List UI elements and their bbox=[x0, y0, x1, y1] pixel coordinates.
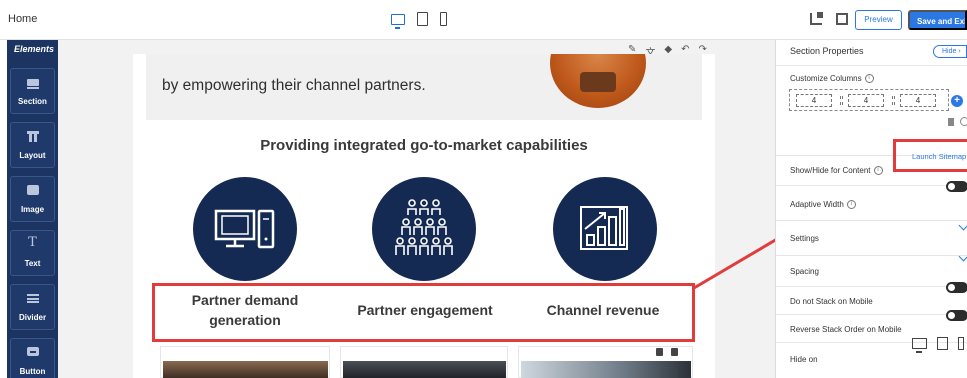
settings-row[interactable]: Settings bbox=[776, 221, 967, 256]
people-group-icon bbox=[372, 177, 476, 281]
column-width-input[interactable]: 4 bbox=[848, 94, 884, 107]
adaptive-width-row: Adaptive Width i bbox=[776, 186, 967, 221]
top-bar: Home Preview Save and Exit bbox=[0, 0, 967, 40]
spacing-label: Spacing bbox=[790, 267, 819, 276]
column-width-input[interactable]: 4 bbox=[796, 94, 832, 107]
no-stack-row: Do not Stack on Mobile bbox=[776, 287, 967, 315]
sidebar-title: Elements bbox=[14, 44, 55, 54]
sidebar-item-section[interactable]: Section bbox=[10, 68, 55, 114]
customize-columns-text: Customize Columns bbox=[790, 74, 862, 83]
adaptive-width-toggle[interactable] bbox=[946, 181, 967, 192]
column-resize-handle[interactable] bbox=[892, 96, 895, 105]
trash-icon[interactable] bbox=[671, 348, 678, 356]
columns-editor: 4 4 4 bbox=[789, 89, 949, 111]
device-switcher bbox=[391, 12, 447, 29]
sidebar-item-label: Image bbox=[20, 205, 45, 214]
sidebar-item-label: Divider bbox=[18, 313, 47, 322]
sidebar-item-image[interactable]: Image bbox=[10, 176, 55, 222]
hide-panel-label: Hide bbox=[942, 48, 957, 55]
info-icon[interactable]: i bbox=[873, 166, 883, 176]
hide-on-devices bbox=[912, 337, 964, 353]
growth-chart-icon bbox=[553, 177, 657, 281]
hide-on-label: Hide on bbox=[790, 355, 818, 364]
settings-label: Settings bbox=[790, 234, 819, 243]
tablet-icon[interactable] bbox=[937, 337, 948, 350]
sidebar-item-text[interactable]: T Text bbox=[10, 230, 55, 276]
export-icon[interactable] bbox=[810, 12, 823, 25]
reverse-stack-toggle[interactable] bbox=[946, 310, 967, 321]
mobile-view-icon[interactable] bbox=[440, 12, 447, 26]
sidebar-item-label: Layout bbox=[19, 151, 46, 160]
thumbnail-card[interactable] bbox=[160, 346, 330, 378]
top-tool-icons bbox=[810, 12, 848, 25]
home-breadcrumb[interactable]: Home bbox=[8, 13, 37, 25]
desktop-icon[interactable] bbox=[912, 338, 927, 353]
computer-icon bbox=[193, 177, 297, 281]
add-column-icon[interactable]: + bbox=[951, 95, 963, 107]
sidebar-item-divider[interactable]: Divider bbox=[10, 284, 55, 330]
button-icon bbox=[26, 347, 39, 356]
info-icon[interactable]: i bbox=[864, 74, 874, 84]
sidebar-item-label: Section bbox=[18, 97, 47, 106]
fullscreen-icon[interactable] bbox=[836, 13, 848, 25]
adaptive-width-text: Adaptive Width bbox=[790, 200, 844, 209]
layout-icon bbox=[26, 131, 39, 142]
thumbnail-tools bbox=[656, 348, 678, 356]
copy-icon[interactable] bbox=[656, 348, 663, 356]
adaptive-width-label: Adaptive Width i bbox=[790, 200, 856, 210]
hide-panel-button[interactable]: Hide › bbox=[933, 45, 967, 58]
thumbnail-image bbox=[521, 361, 691, 378]
save-and-exit-button[interactable]: Save and Exit bbox=[908, 10, 967, 30]
hero-photo bbox=[550, 54, 646, 108]
panel-title: Section Properties bbox=[790, 46, 864, 56]
info-icon[interactable] bbox=[960, 117, 967, 126]
no-stack-toggle[interactable] bbox=[946, 282, 967, 293]
no-stack-label: Do not Stack on Mobile bbox=[790, 297, 873, 306]
annotation-highlight-box bbox=[893, 139, 967, 172]
sidebar-item-label: Button bbox=[19, 367, 46, 376]
column-resize-handle[interactable] bbox=[840, 96, 843, 105]
text-icon: T bbox=[28, 235, 37, 250]
thumbnail-image bbox=[163, 361, 328, 378]
sidebar-item-label: Text bbox=[24, 259, 41, 268]
sidebar-item-layout[interactable]: Layout bbox=[10, 122, 55, 168]
spacing-row[interactable]: Spacing bbox=[776, 256, 967, 287]
hero-section[interactable]: by empowering their channel partners. bbox=[146, 54, 702, 120]
customize-columns-label: Customize Columns i bbox=[790, 74, 874, 84]
column-width-input[interactable]: 4 bbox=[900, 94, 936, 107]
hero-text: by empowering their channel partners. bbox=[162, 77, 426, 94]
section-title: Providing integrated go-to-market capabi… bbox=[260, 137, 588, 154]
info-icon[interactable]: i bbox=[846, 200, 856, 210]
annotation-highlight-box bbox=[152, 283, 695, 342]
elements-sidebar: Elements Section Layout Image T Text Div… bbox=[7, 40, 58, 378]
mobile-icon[interactable] bbox=[958, 337, 964, 350]
divider-icon bbox=[26, 294, 39, 303]
image-icon bbox=[26, 185, 39, 195]
desktop-view-icon[interactable] bbox=[391, 13, 405, 29]
thumbnail-card[interactable] bbox=[340, 346, 508, 378]
show-hide-text: Show/Hide for Content bbox=[790, 166, 871, 175]
section-icon bbox=[26, 79, 39, 89]
tablet-view-icon[interactable] bbox=[417, 12, 428, 26]
show-hide-label: Show/Hide for Content i bbox=[790, 166, 883, 176]
reverse-stack-label: Reverse Stack Order on Mobile bbox=[790, 325, 902, 334]
thumbnail-image bbox=[343, 361, 506, 378]
delete-column-icon[interactable] bbox=[948, 118, 954, 126]
sidebar-item-button[interactable]: Button bbox=[10, 338, 55, 378]
chevron-right-icon: › bbox=[958, 48, 961, 55]
preview-button[interactable]: Preview bbox=[855, 10, 902, 30]
